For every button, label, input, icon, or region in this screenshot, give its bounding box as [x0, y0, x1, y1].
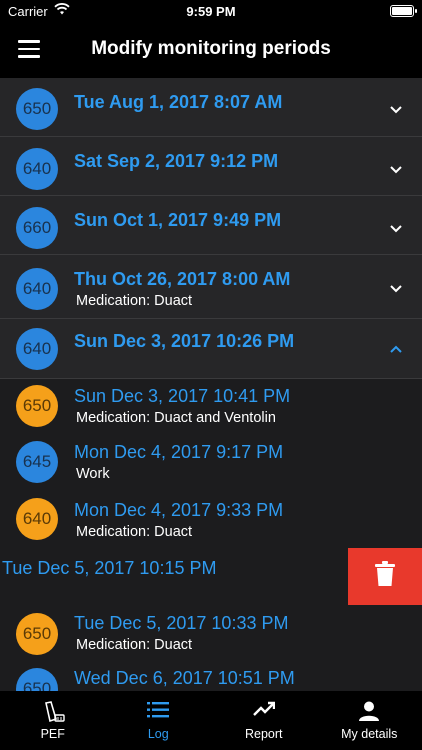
pef-badge: 650 [16, 88, 58, 130]
tab-pef[interactable]: PEF [0, 691, 106, 750]
person-icon [359, 701, 380, 726]
period-row[interactable]: 660 Sun Oct 1, 2017 9:49 PM [0, 196, 422, 255]
entry-row[interactable]: 650 Sun Dec 3, 2017 10:41 PM Medication:… [0, 379, 422, 436]
period-note: Medication: Duact [76, 293, 193, 309]
pef-badge: 640 [16, 328, 58, 370]
status-time: 9:59 PM [186, 4, 236, 19]
status-bar: Carrier 9:59 PM [0, 0, 422, 24]
period-row[interactable]: 640 Thu Oct 26, 2017 8:00 AM Medication:… [0, 255, 422, 319]
entry-row[interactable]: 650 Wed Dec 6, 2017 10:51 PM [0, 663, 422, 691]
tab-label: Report [244, 727, 283, 741]
tab-bar: PEF Log Report My details [0, 691, 422, 750]
pef-badge: 645 [16, 441, 58, 483]
entry-note: Medication: Duact [76, 524, 193, 540]
tab-label: PEF [40, 727, 65, 741]
period-row-expanded[interactable]: 640 Sun Dec 3, 2017 10:26 PM [0, 319, 422, 379]
period-date: Tue Aug 1, 2017 8:07 AM [74, 92, 283, 112]
entry-note: Work [76, 466, 110, 482]
entry-row[interactable]: 640 Mon Dec 4, 2017 9:33 PM Medication: … [0, 493, 422, 550]
entry-note: Medication: Duact [76, 637, 193, 653]
period-row[interactable]: 640 Sat Sep 2, 2017 9:12 PM [0, 137, 422, 196]
entry-row-swiped[interactable]: Tue Dec 5, 2017 10:15 PM [0, 548, 422, 605]
entry-row[interactable]: 650 Tue Dec 5, 2017 10:33 PM Medication:… [0, 606, 422, 663]
tab-label: My details [341, 727, 398, 741]
entry-date: Mon Dec 4, 2017 9:33 PM [74, 500, 284, 520]
tab-my-details[interactable]: My details [317, 691, 422, 750]
nav-bar: Modify monitoring periods [0, 24, 422, 78]
entry-row[interactable]: 645 Mon Dec 4, 2017 9:17 PM Work [0, 436, 422, 493]
entry-date: Tue Dec 5, 2017 10:33 PM [74, 613, 289, 633]
trend-icon [252, 701, 275, 722]
period-date: Sun Dec 3, 2017 10:26 PM [74, 331, 295, 351]
chevron-down-icon[interactable] [390, 225, 402, 237]
chevron-up-icon[interactable] [390, 345, 402, 357]
pef-badge: 640 [16, 148, 58, 190]
entry-note: Medication: Duact and Ventolin [76, 410, 276, 426]
chevron-down-icon[interactable] [390, 285, 402, 297]
battery-icon [390, 5, 417, 17]
list-icon [147, 701, 170, 724]
tab-report[interactable]: Report [211, 691, 317, 750]
trash-icon [374, 561, 396, 592]
pef-badge: 650 [16, 668, 58, 691]
pef-badge: 640 [16, 268, 58, 310]
pef-badge: 650 [16, 613, 58, 655]
pef-badge: 640 [16, 498, 58, 540]
chevron-down-icon[interactable] [390, 166, 402, 178]
chevron-down-icon[interactable] [390, 106, 402, 118]
period-date: Sat Sep 2, 2017 9:12 PM [74, 151, 279, 171]
period-date: Thu Oct 26, 2017 8:00 AM [74, 269, 291, 289]
pef-badge: 660 [16, 207, 58, 249]
pef-badge: 650 [16, 385, 58, 427]
periods-list[interactable]: 650 Tue Aug 1, 2017 8:07 AM 640 Sat Sep … [0, 78, 422, 691]
tab-label: Log [147, 727, 169, 741]
tab-log[interactable]: Log [106, 691, 212, 750]
period-row[interactable]: 650 Tue Aug 1, 2017 8:07 AM [0, 78, 422, 137]
entry-date: Sun Dec 3, 2017 10:41 PM [74, 386, 291, 406]
entry-date: Wed Dec 6, 2017 10:51 PM [74, 668, 295, 688]
entry-date: Mon Dec 4, 2017 9:17 PM [74, 442, 284, 462]
inhaler-icon [40, 701, 66, 728]
period-date: Sun Oct 1, 2017 9:49 PM [74, 210, 282, 230]
page-title: Modify monitoring periods [91, 38, 331, 59]
delete-button[interactable] [348, 548, 422, 605]
entry-date: Tue Dec 5, 2017 10:15 PM [2, 558, 217, 578]
